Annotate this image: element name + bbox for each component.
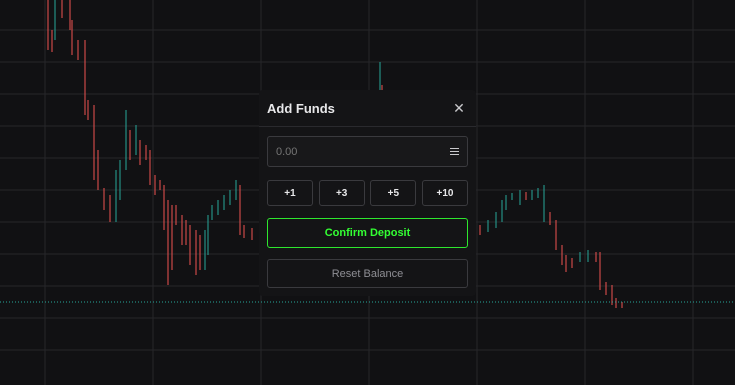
quick-add-1-button[interactable]: +1 (267, 180, 313, 206)
dialog-header: Add Funds ✕ (259, 90, 476, 127)
quick-amount-row: +1 +3 +5 +10 (267, 180, 468, 206)
quick-add-5-button[interactable]: +5 (370, 180, 417, 206)
menu-icon[interactable] (450, 148, 459, 155)
quick-add-3-button[interactable]: +3 (318, 180, 365, 206)
reset-balance-button[interactable]: Reset Balance (267, 259, 468, 288)
add-funds-dialog: Add Funds ✕ +1 +3 +5 +10 Confirm Deposit… (259, 90, 476, 296)
amount-field[interactable] (267, 136, 468, 167)
quick-add-10-button[interactable]: +10 (421, 180, 468, 206)
dialog-title: Add Funds (267, 100, 335, 116)
close-icon[interactable]: ✕ (452, 101, 466, 115)
confirm-deposit-button[interactable]: Confirm Deposit (267, 218, 468, 248)
amount-input[interactable] (276, 145, 450, 158)
